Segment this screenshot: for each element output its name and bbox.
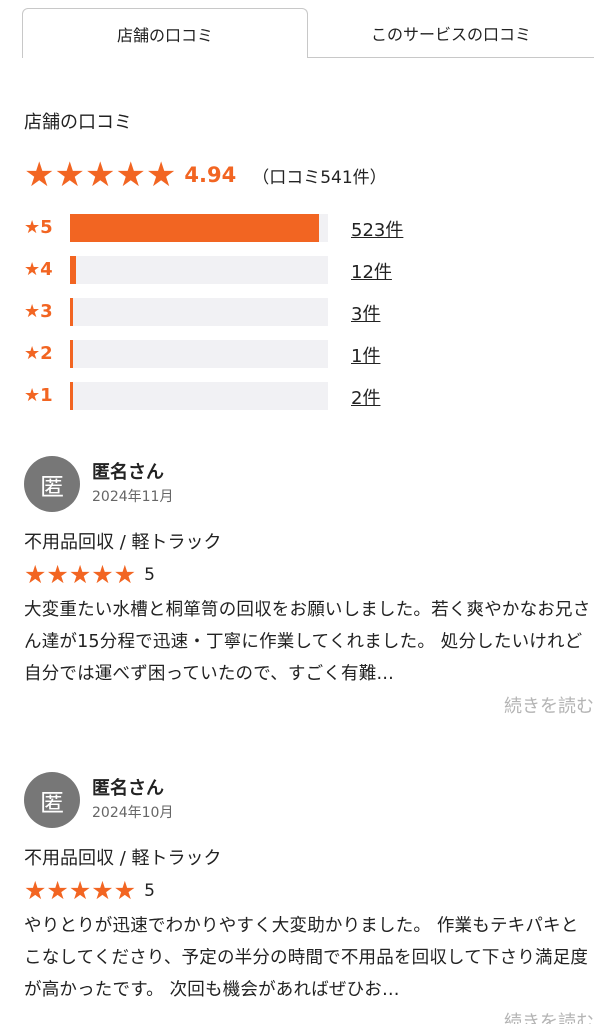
dist-count-link[interactable]: 12件 [351,258,392,284]
review-text: やりとりが迅速でわかりやすく大変助かりました。 作業もテキパキとこなしてくださり… [24,916,589,1000]
avatar: 匿 [24,772,80,828]
dist-label: ★3 [24,300,53,322]
review-card: 匿 匿名さん 2024年10月 不用品回収 / 軽トラック ★★★★★ 5 やり… [24,772,594,1024]
dist-count-link[interactable]: 2件 [351,384,380,410]
dist-bar-track [70,214,328,242]
read-more-link[interactable]: 続きを読む [504,692,594,718]
read-more-link[interactable]: 続きを読む [504,1008,594,1024]
reviewer-name: 匿名さん [92,778,164,799]
dist-bar-fill [70,256,76,284]
review-score: 5 [144,880,155,901]
dist-label: ★1 [24,384,53,406]
review-date: 2024年10月 [92,805,174,821]
reviewer-name: 匿名さん [92,462,164,483]
review-score: 5 [144,564,155,585]
dist-bar-track [70,382,328,410]
dist-bar-fill [70,298,74,326]
dist-row-5: ★5 523件 [24,212,424,242]
dist-bar-track [70,256,328,284]
dist-row-1: ★1 2件 [24,380,424,410]
review-text: 大変重たい水槽と桐箪笥の回収をお願いしました。若く爽やかなお兄さん達が15分程で… [24,600,591,684]
rating-summary: ★★★★★ 4.94 （口コミ541件） [24,158,387,192]
rating-score: 4.94 [184,163,237,187]
dist-count-link[interactable]: 3件 [351,300,380,326]
review-card: 匿 匿名さん 2024年11月 不用品回収 / 軽トラック ★★★★★ 5 大変… [24,456,594,726]
review-rating: ★★★★★ 5 [24,878,155,903]
dist-label: ★5 [24,216,53,238]
dist-row-2: ★2 1件 [24,338,424,368]
dist-count-link[interactable]: 523件 [351,216,403,242]
dist-row-4: ★4 12件 [24,254,424,284]
review-rating: ★★★★★ 5 [24,562,155,587]
dist-row-3: ★3 3件 [24,296,424,326]
review-service: 不用品回収 / 軽トラック [24,848,222,869]
review-date: 2024年11月 [92,489,174,505]
rating-stars-icon: ★★★★★ [24,155,177,195]
section-title: 店舗の口コミ [24,112,132,133]
review-tabs: 店舗の口コミ このサービスの口コミ [22,8,594,58]
dist-bar-track [70,298,328,326]
review-service: 不用品回収 / 軽トラック [24,532,222,553]
dist-bar-fill [70,340,74,368]
dist-bar-track [70,340,328,368]
dist-bar-fill [70,214,320,242]
avatar: 匿 [24,456,80,512]
tab-store-reviews[interactable]: 店舗の口コミ [22,8,308,58]
dist-label: ★2 [24,342,53,364]
rating-count: （口コミ541件） [252,167,387,188]
tab-service-reviews[interactable]: このサービスの口コミ [308,8,594,58]
review-stars-icon: ★★★★★ [24,560,137,589]
review-stars-icon: ★★★★★ [24,876,137,905]
dist-bar-fill [70,382,74,410]
dist-count-link[interactable]: 1件 [351,342,380,368]
dist-label: ★4 [24,258,53,280]
